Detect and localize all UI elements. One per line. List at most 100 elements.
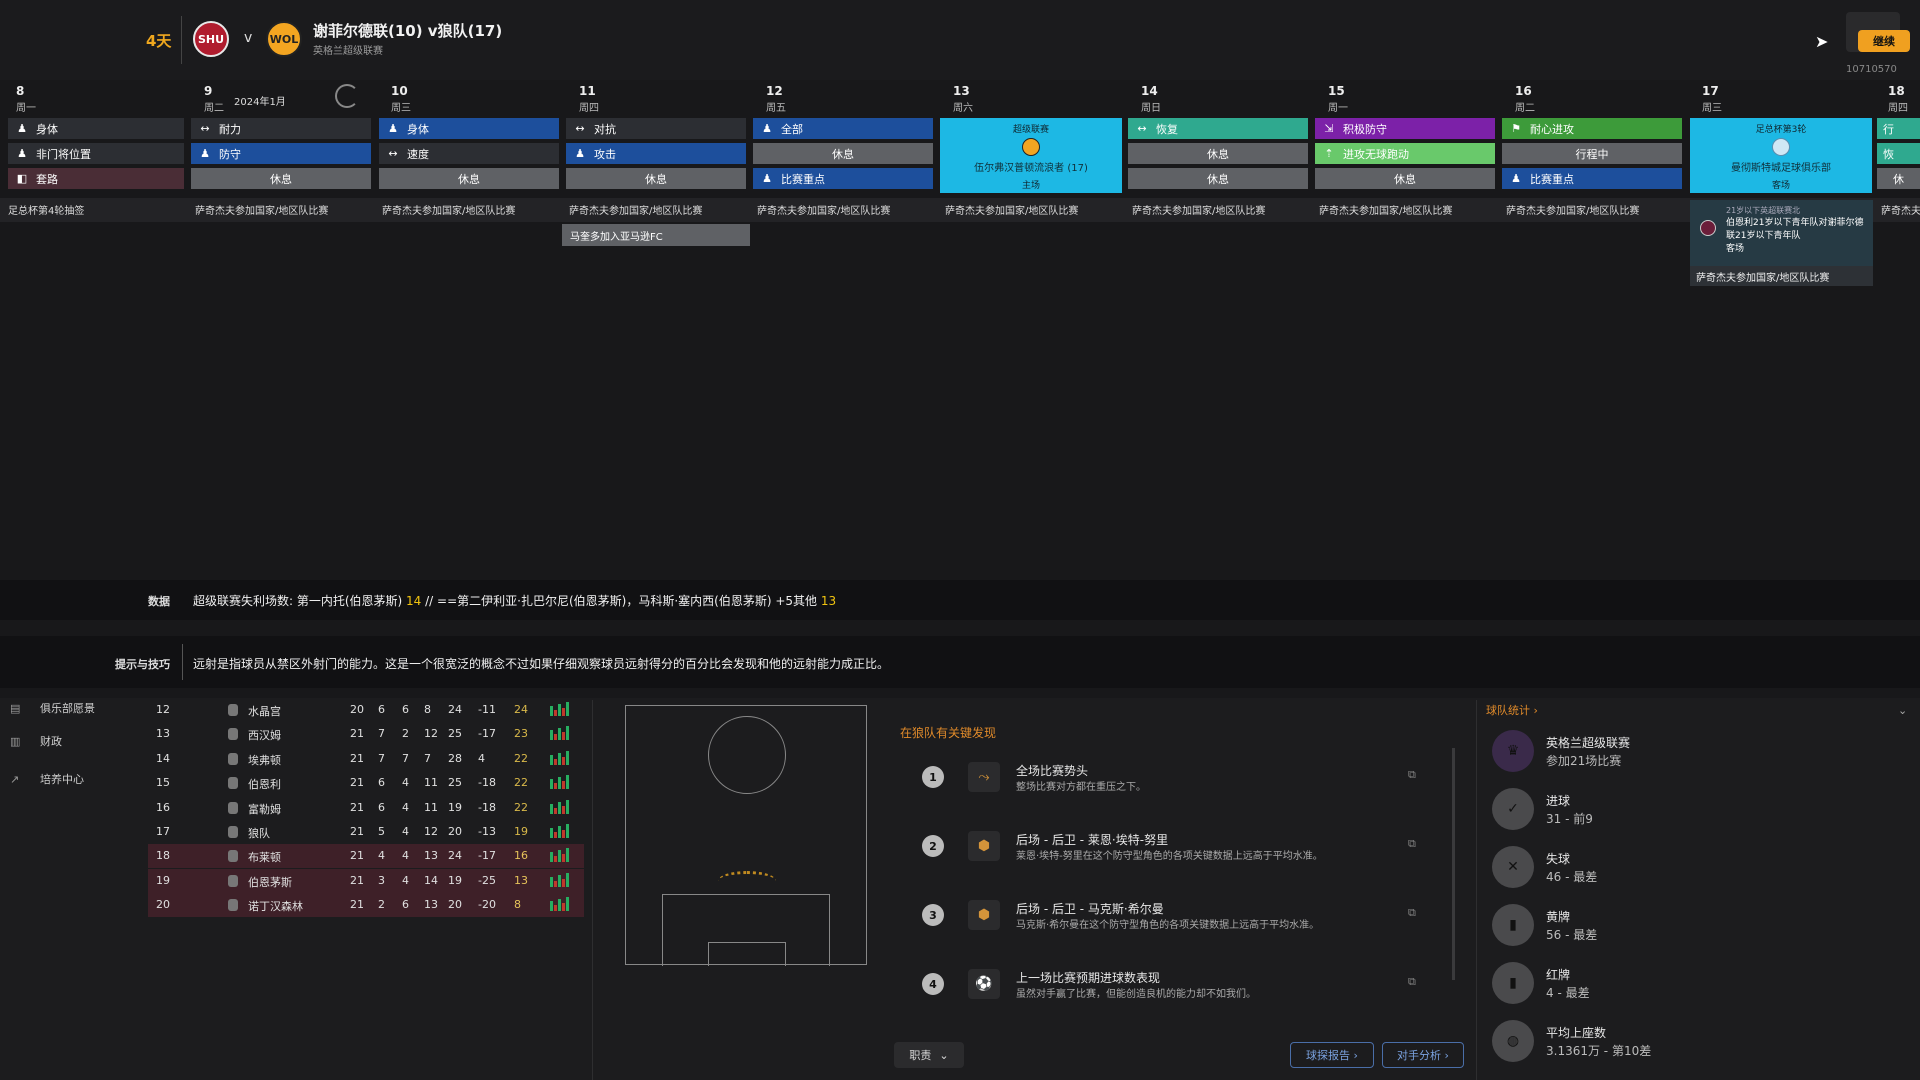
table-row[interactable]: 13 西汉姆 21 7 2 12 25 -17 23 [148, 722, 584, 746]
rest-session[interactable]: 休 [1877, 168, 1920, 189]
training-session[interactable]: ⚑ 耐心进攻 [1502, 118, 1682, 139]
day-header[interactable]: 18 周四 [1888, 84, 1918, 114]
calendar-event[interactable]: 萨奇杰夫参加国家/地区队比赛 [382, 202, 562, 217]
training-session[interactable]: ♟ 比赛重点 [1502, 168, 1682, 189]
form-chart [550, 848, 569, 863]
rest-session[interactable]: 休息 [753, 143, 933, 164]
calendar-event[interactable]: 萨奇杰夫参加国家/地区队比赛 [195, 202, 375, 217]
training-session[interactable]: ♟ 比赛重点 [753, 168, 933, 189]
calendar-event[interactable]: 萨奇杰夫参加国家/地区队比赛 [1132, 202, 1312, 217]
table-cell-p: 21 [350, 849, 364, 863]
training-session[interactable]: ♟ 攻击 [566, 143, 746, 164]
match-card[interactable]: 超级联赛 伍尔弗汉普顿流浪者 (17) 主场 [940, 118, 1122, 193]
nav-item-finances[interactable]: ▥ 财政 [10, 733, 62, 749]
nav-item-club-vision[interactable]: ▤ 俱乐部愿景 [10, 700, 95, 716]
rest-session[interactable]: 休息 [1315, 168, 1495, 189]
scout-report-button[interactable]: 球探报告 › [1290, 1042, 1374, 1068]
training-session[interactable]: 恢 [1877, 143, 1920, 164]
team-stats-title[interactable]: 球队统计 › [1486, 702, 1538, 718]
session-label: 恢复 [1156, 122, 1178, 136]
finding-item[interactable]: 2 ⬢ 后场 - 后卫 - 莱恩·埃特-努里 莱恩·埃特-努里在这个防守型角色的各项关… [908, 827, 1428, 877]
training-session[interactable]: ↔ 耐力 [191, 118, 371, 139]
rest-session[interactable]: 休息 [566, 168, 746, 189]
continue-button[interactable]: 继续 [1858, 30, 1910, 52]
day-header[interactable]: 14 周日 [1141, 84, 1327, 114]
training-session[interactable]: ♟ 防守 [191, 143, 371, 164]
finding-item[interactable]: 1 ⤳ 全场比赛势头 整场比赛对方都在重压之下。 ⧉ [908, 758, 1428, 808]
findings-scrollbar[interactable] [1452, 748, 1455, 980]
finding-item[interactable]: 4 ⚽ 上一场比赛预期进球数表现 虽然对手赢了比赛，但能创造良机的能力却不如我们。 ⧉ [908, 965, 1428, 1015]
calendar-event[interactable]: 足总杯第4轮抽签 [8, 202, 188, 217]
rest-session[interactable]: 休息 [1128, 143, 1308, 164]
table-cell-p: 20 [350, 703, 364, 716]
transfer-event[interactable]: 马奎多加入亚马逊FC [562, 224, 750, 246]
day-header[interactable]: 13 周六 [953, 84, 1139, 114]
opposition-analysis-button[interactable]: 对手分析 › [1382, 1042, 1464, 1068]
table-cell-w: 6 [378, 703, 385, 716]
refresh-icon[interactable] [335, 84, 359, 108]
table-row[interactable]: 18 布莱顿 21 4 4 13 24 -17 16 [148, 844, 584, 869]
day-header[interactable]: 10 周三 [391, 84, 577, 114]
day-header[interactable]: 8 周一 [16, 84, 202, 114]
training-session[interactable]: ⇡ 进攻无球跑动 [1315, 143, 1495, 164]
training-session[interactable]: 行 [1877, 118, 1920, 139]
match-card[interactable]: 足总杯第3轮 曼彻斯特城足球俱乐部 客场 [1690, 118, 1872, 193]
table-row[interactable]: 19 伯恩茅斯 21 3 4 14 19 -25 13 [148, 868, 584, 893]
table-row[interactable]: 12 水晶宫 20 6 6 8 24 -11 24 [148, 698, 584, 722]
arrows-icon: ↔ [200, 122, 210, 135]
rest-session[interactable]: 休息 [379, 168, 559, 189]
table-row[interactable]: 20 诺丁汉森林 21 2 6 13 20 -20 8 [148, 893, 584, 918]
session-label: 休息 [832, 147, 854, 161]
day-header[interactable]: 15 周一 [1328, 84, 1514, 114]
form-bar [550, 779, 553, 790]
rest-session[interactable]: 休息 [1128, 168, 1308, 189]
table-row[interactable]: 17 狼队 21 5 4 12 20 -13 19 [148, 820, 584, 844]
session-label: 身体 [407, 122, 429, 136]
training-session[interactable]: ◧ 套路 [8, 168, 184, 189]
table-cell-pos: 17 [156, 825, 170, 838]
training-session[interactable]: ♟ 身体 [379, 118, 559, 139]
stat-label: 失球 [1546, 852, 1571, 866]
calendar-event[interactable]: 萨奇杰夫参加国家/地区队比赛 [1319, 202, 1499, 217]
training-session[interactable]: ↔ 速度 [379, 143, 559, 164]
training-session[interactable]: ♟ 非门将位置 [8, 143, 184, 164]
training-session[interactable]: ♟ 身体 [8, 118, 184, 139]
calendar-event[interactable]: 萨奇杰夫参加国家/地区队比赛 [569, 202, 749, 217]
calendar-event[interactable]: 萨奇杰夫参加国家/地区队比赛 [1506, 202, 1686, 217]
calendar-event[interactable]: 萨奇杰夫参加国家/地区队比赛 [757, 202, 937, 217]
table-cell-team: 伯恩茅斯 [248, 875, 292, 889]
external-link-icon[interactable]: ⧉ [1408, 906, 1416, 920]
day-number: 17 [1702, 84, 1719, 98]
home-club-crest-icon[interactable]: SHU [193, 21, 229, 57]
training-session[interactable]: ↔ 对抗 [566, 118, 746, 139]
table-cell-l: 11 [424, 776, 438, 790]
external-link-icon[interactable]: ⧉ [1408, 768, 1416, 782]
training-session[interactable]: ↔ 恢复 [1128, 118, 1308, 139]
match-title[interactable]: 谢菲尔德联(10) v狼队(17) [313, 20, 502, 41]
table-row[interactable]: 15 伯恩利 21 6 4 11 25 -18 22 [148, 771, 584, 795]
data-text-b: // ==第二伊利亚·扎巴尔尼(伯恩茅斯)，马科斯·塞内西(伯恩茅斯) +5其他 [421, 594, 821, 608]
stat-row: ▮ 黄牌 56 - 最差 [1484, 898, 1914, 952]
day-header[interactable]: 9 周二 [204, 84, 390, 114]
table-row[interactable]: 14 埃弗顿 21 7 7 7 28 4 22 [148, 747, 584, 771]
calendar-event[interactable]: 萨奇杰夫参加国家/地区队比赛 [1690, 266, 1873, 286]
rest-session[interactable]: 休息 [191, 168, 371, 189]
day-header[interactable]: 12 周五 [766, 84, 952, 114]
person-icon: ♟ [17, 147, 27, 160]
training-session[interactable]: ♟ 全部 [753, 118, 933, 139]
travel-session[interactable]: 行程中 [1502, 143, 1682, 164]
external-link-icon[interactable]: ⧉ [1408, 837, 1416, 851]
calendar-event[interactable]: 萨奇杰夫参 [1881, 202, 1920, 217]
table-row[interactable]: 16 富勒姆 21 6 4 11 19 -18 22 [148, 796, 584, 820]
finding-item[interactable]: 3 ⬢ 后场 - 后卫 - 马克斯·希尔曼 马克斯·希尔曼在这个防守型角色的各项关键数… [908, 896, 1428, 946]
chevron-down-icon[interactable]: ⌄ [1898, 704, 1907, 717]
day-header[interactable]: 11 周四 [579, 84, 765, 114]
training-session[interactable]: ⇲ 积极防守 [1315, 118, 1495, 139]
external-link-icon[interactable]: ⧉ [1408, 975, 1416, 989]
nav-item-development-centre[interactable]: ↗ 培养中心 [10, 771, 84, 787]
away-club-crest-icon[interactable]: WOL [266, 21, 302, 57]
day-header[interactable]: 16 周二 [1515, 84, 1701, 114]
calendar-event[interactable]: 萨奇杰夫参加国家/地区队比赛 [945, 202, 1125, 217]
role-dropdown[interactable]: 职责 ⌄ [894, 1042, 964, 1068]
day-header[interactable]: 17 周三 [1702, 84, 1888, 114]
